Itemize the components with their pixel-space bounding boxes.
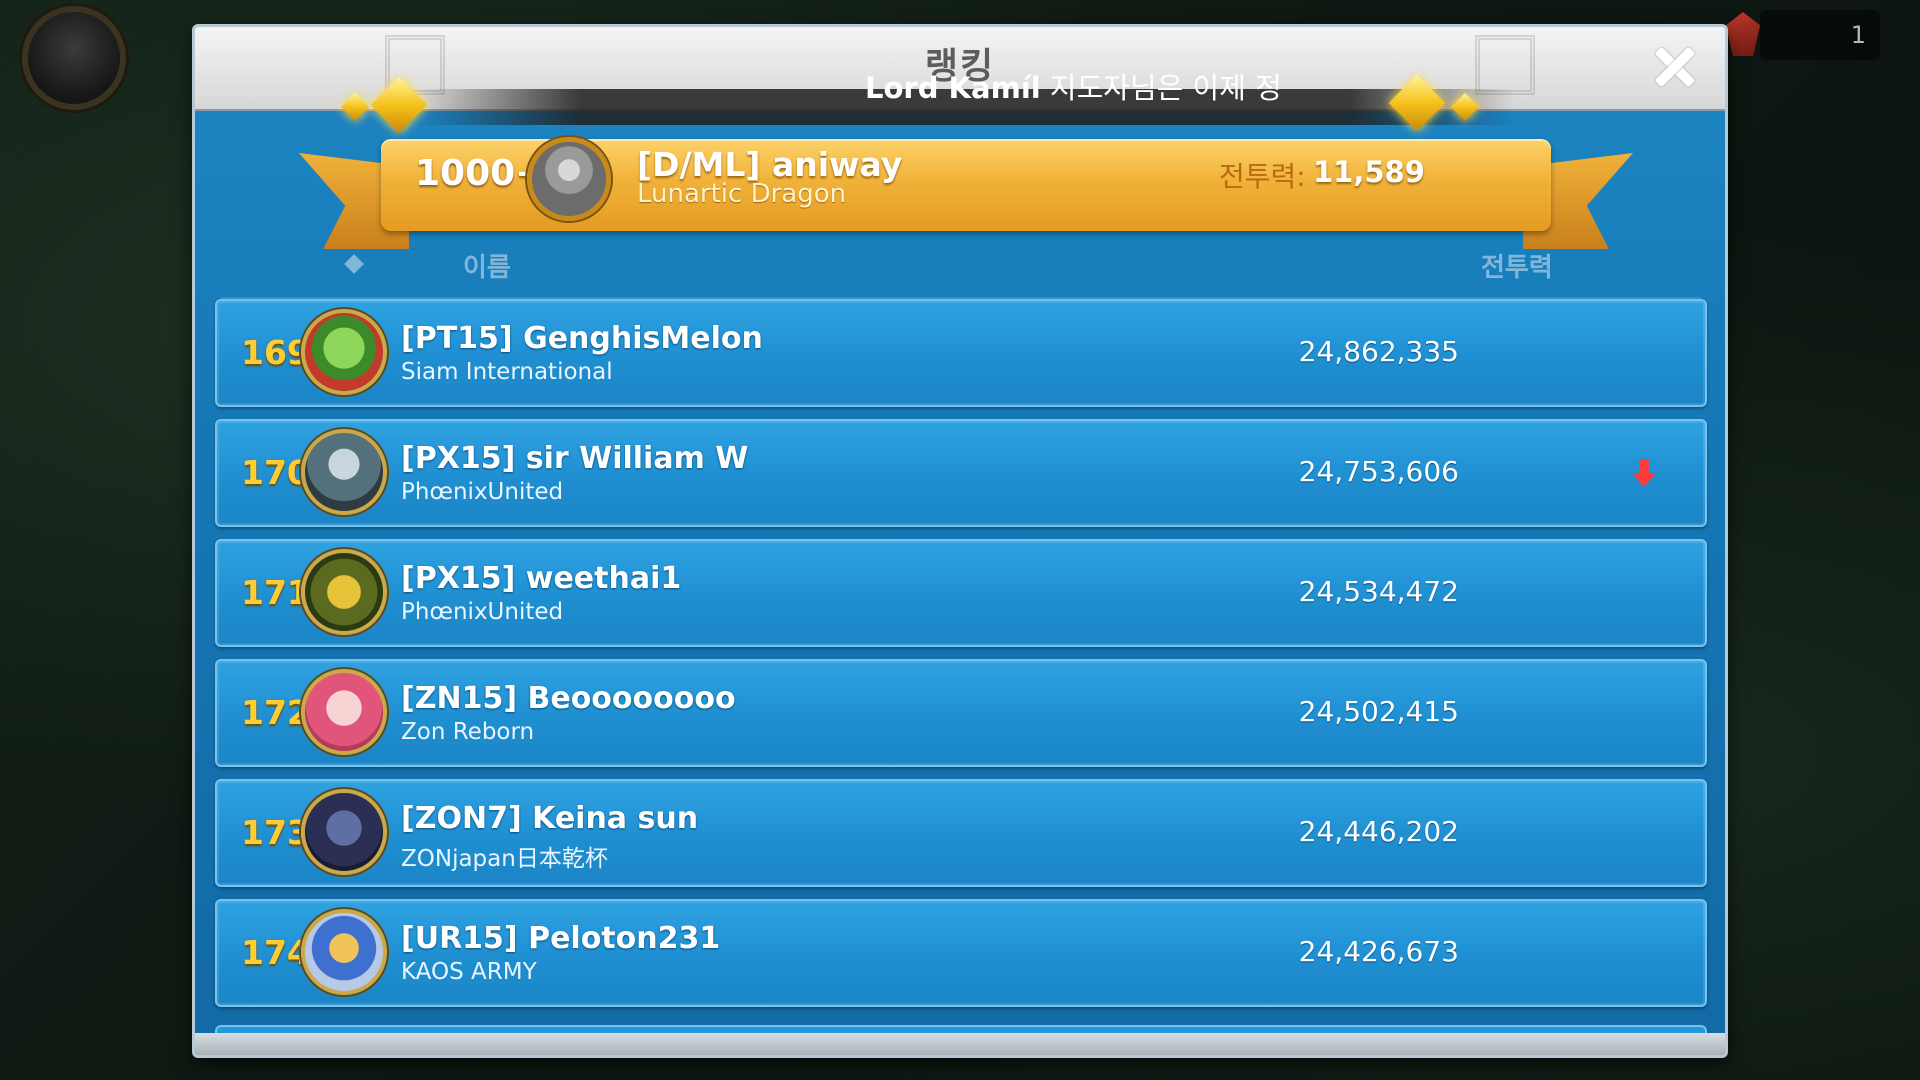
row-alliance-name: PhœnixUnited	[401, 479, 564, 505]
melon-avatar-icon	[301, 309, 387, 395]
row-rank: 172	[241, 693, 310, 732]
row-alliance-name: PhœnixUnited	[401, 599, 564, 625]
row-power: 24,502,415	[1298, 695, 1459, 728]
row-alliance-name: Siam International	[401, 359, 613, 385]
row-player-name: [PT15] GenghisMelon	[401, 321, 763, 356]
row-power: 24,534,472	[1298, 575, 1459, 608]
row-rank: 173	[241, 813, 310, 852]
row-rank: 174	[241, 933, 310, 972]
table-row[interactable]: 173 [ZON7] Keina sun ZONjapan日本乾杯 24,446…	[215, 779, 1707, 887]
table-row[interactable]: 169 [PT15] GenghisMelon Siam Internation…	[215, 299, 1707, 407]
row-rank: 171	[241, 573, 310, 612]
ticker-player-name: Lord Kamíl	[865, 71, 1041, 105]
my-power-label: 전투력:	[1219, 160, 1306, 193]
toy-figure-avatar-icon	[301, 909, 387, 995]
row-player-name: [PX15] sir William W	[401, 441, 749, 476]
row-power: 24,446,202	[1298, 815, 1459, 848]
row-alliance-name: ZONjapan日本乾杯	[401, 846, 608, 872]
table-row[interactable]: 174 [UR15] Peloton231 KAOS ARMY 24,426,6…	[215, 899, 1707, 1007]
row-rank: 170	[241, 453, 310, 492]
row-alliance-name: Zon Reborn	[401, 719, 535, 745]
ticker-text: Lord Kamíl 지도자님은 이제 정	[865, 65, 1295, 107]
row-alliance-name: KAOS ARMY	[401, 959, 537, 985]
robot-dog-avatar-icon	[301, 549, 387, 635]
ticker-message: 지도자님은 이제 정	[1040, 71, 1282, 105]
player-avatar-hud	[22, 6, 126, 110]
column-header	[221, 245, 1701, 299]
row-rank: 169	[241, 333, 310, 372]
row-player-name: [UR15] Peloton231	[401, 921, 721, 956]
dark-creature-avatar-icon	[301, 789, 387, 875]
column-power-label: 전투력	[1481, 253, 1553, 283]
modal-footer	[195, 1033, 1725, 1055]
my-avatar	[527, 137, 611, 221]
row-player-name: [PX15] weethai1	[401, 561, 682, 596]
column-name-label: 이름	[463, 253, 511, 283]
my-rank-number: 1000+	[415, 153, 546, 194]
couple-photo-avatar-icon	[301, 669, 387, 755]
row-power: 24,862,335	[1298, 335, 1459, 368]
ranking-modal: 랭킹 Lord Kamíl 지도자님은 이제 정 1000+ [D/ML] an…	[192, 24, 1728, 1058]
row-player-name: [ZON7] Keina sun	[401, 801, 699, 836]
row-player-name: [ZN15] Beoooooooo	[401, 681, 736, 716]
row-power: 24,426,673	[1298, 935, 1459, 968]
table-row[interactable]: 170 [PX15] sir William W PhœnixUnited 24…	[215, 419, 1707, 527]
close-button[interactable]	[1647, 39, 1703, 95]
my-power-value: 11,589	[1313, 155, 1425, 189]
hud-counter: 1	[1760, 10, 1880, 60]
row-power: 24,753,606	[1298, 455, 1459, 488]
trend-down-icon	[1632, 459, 1656, 487]
table-row[interactable]: 172 [ZN15] Beoooooooo Zon Reborn 24,502,…	[215, 659, 1707, 767]
table-row[interactable]: 171 [PX15] weethai1 PhœnixUnited 24,534,…	[215, 539, 1707, 647]
knight-avatar-icon	[301, 429, 387, 515]
my-alliance-name: Lunartic Dragon	[637, 179, 847, 209]
